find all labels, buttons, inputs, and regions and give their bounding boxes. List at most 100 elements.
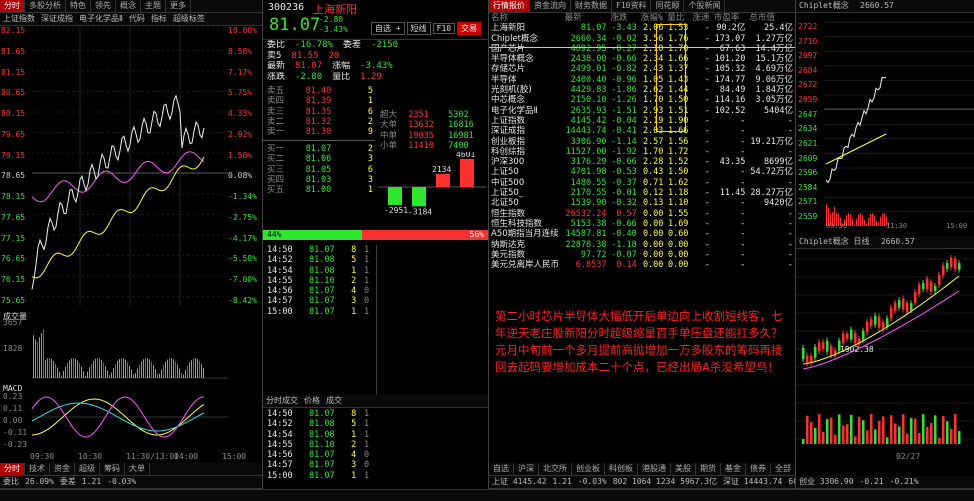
sector-row[interactable]: 科创综指 11527.00 -1.92 1.70 1.72 - - - (489, 147, 795, 157)
sector-tab-5[interactable]: 个股新闻 (684, 0, 726, 12)
left-top-tab-6[interactable]: 更多 (166, 0, 191, 12)
sector-row[interactable]: 恒生指数 26532.24 0.57 0.00 1.55 - - - (489, 209, 795, 219)
sector-row[interactable]: A50期指当月连续 14587.81 -0.40 0.00 0.60 - - - (489, 229, 795, 239)
sector-column-header[interactable]: 量比 (665, 13, 690, 23)
sector-row[interactable]: 存储芯片 2499.01 -0.82 2.43 1.37-105.32 4.69万亿 (489, 64, 795, 74)
sector-column-header[interactable]: 市盈率 (712, 13, 747, 23)
sector-tab-1[interactable]: 资金流向 (530, 0, 571, 12)
sector-tab-4[interactable]: 同花顺 (651, 0, 685, 12)
book-row[interactable]: 卖五 81.40 5 (265, 86, 375, 96)
sector-row[interactable]: 光刻机(胶) 4429.83 -1.86 2.62 1.44-84.49 1.84万亿 (489, 85, 795, 95)
sector-column-header[interactable]: 涨速 (690, 13, 711, 23)
book-row[interactable]: 买五 81.00 1 (265, 185, 375, 195)
sector-row[interactable]: 半导体概念 2438.00 -0.66 2.34 1.66-101.20 15.1万亿 (489, 54, 795, 64)
left-header-item[interactable]: 代码 (126, 13, 148, 25)
left-top-tab-4[interactable]: 概念 (116, 0, 141, 12)
left-top-tab-5[interactable]: 主题 (141, 0, 166, 12)
sector-cell: -0.40 (611, 229, 637, 240)
sector-bottom-tab-0[interactable]: 自选 (489, 463, 514, 475)
sector-row[interactable]: 上证50_ 2170.55 -0.01 0.12 1.18 -11.45 28.27万亿 (489, 188, 795, 198)
sector-column-header[interactable]: 总市值 (747, 13, 795, 23)
sector-row[interactable]: 中证500 1480.55 -0.37 0.71 1.62 - - - (489, 178, 795, 188)
quote-button[interactable]: F10 (432, 23, 456, 34)
left-header-item[interactable]: 指标 (148, 13, 170, 25)
volume-bar (91, 363, 92, 378)
info-cell: -2.80 (295, 71, 323, 82)
sector-row[interactable]: 沪深300 3176.29 -0.66 2.28 1.52 -43.35 8699亿 (489, 157, 795, 167)
left-header-item[interactable]: 电子化学品Ⅱ (76, 13, 126, 25)
sector-row[interactable]: 恒生科技指数 5153.38 -0.66 0.00 1.69 - - - (489, 219, 795, 229)
sector-bottom-tab-8[interactable]: 基金 (721, 463, 746, 475)
left-bottom-tab-3[interactable]: 超级 (75, 463, 100, 475)
sector-cell: 半导体 (491, 74, 517, 85)
sector-cell: -0.27 (611, 43, 637, 54)
sector-row[interactable]: 中芯概念 2150.10 -1.26 1.70 1.50-114.16 3.05万亿 (489, 95, 795, 105)
volume-chart (32, 329, 228, 379)
left-bottom-tab-0[interactable]: 分时 (0, 463, 25, 475)
book-row[interactable]: 买四 81.03 3 (265, 175, 375, 185)
volume-bar (95, 358, 96, 378)
sector-cell: 0.14 (616, 260, 637, 271)
left-top-tab-3[interactable]: 领先 (91, 0, 116, 12)
sector-bottom-tab-1[interactable]: 沪深 (514, 463, 539, 475)
sector-row[interactable]: 美元兑离岸人民币 6.8537 0.14 0.00 0.00 - - - (489, 260, 795, 270)
sector-cell: -0.37 (611, 177, 637, 188)
sector-bottom-tab-5[interactable]: 港股通 (638, 463, 671, 475)
left-bottom-tab-2[interactable]: 资金 (50, 463, 75, 475)
sector-row[interactable]: 上证50 4701.98 -0.53 0.43 1.50- -54.72万亿 (489, 167, 795, 177)
book-row[interactable]: 卖二 81.32 2 (265, 117, 375, 127)
left-bottom-tab-1[interactable]: 技术 (25, 463, 50, 475)
book-row[interactable]: 卖三 81.35 6 (265, 107, 375, 117)
book-row[interactable]: 买一 81.07 2 (265, 144, 375, 154)
sector-bottom-tab-4[interactable]: 科创板 (605, 463, 638, 475)
sector-tab-3[interactable]: F10资料 (612, 0, 652, 12)
quote-button[interactable]: 自选 + (371, 22, 405, 35)
sector-column-header[interactable]: 名称 (489, 13, 563, 23)
sector-row[interactable]: 纳斯达克 22878.38 -1.18 0.00 0.00 - - - (489, 240, 795, 250)
info-cell: 81.07 (295, 61, 323, 71)
sector-row[interactable]: 北证50 1539.90 -0.32 0.13 1.10 - - 9420亿 (489, 198, 795, 208)
sector-row[interactable]: 半导体 2400.40 -0.96 1.05 1.43-174.77 9.06万亿 (489, 75, 795, 85)
sector-column-header[interactable]: 涨跌 (609, 13, 639, 23)
info-cell: 1.29 (360, 71, 382, 82)
sector-bottom-tab-7[interactable]: 期货 (696, 463, 721, 475)
left-bottom-tab-5[interactable]: 大单 (125, 463, 150, 475)
quote-button[interactable]: 交易 (457, 22, 482, 35)
left-header-item[interactable]: 超级标签 (170, 13, 208, 25)
sector-row[interactable]: 美元指数 97.72 -0.07 0.00 0.00 - - - (489, 250, 795, 260)
book-row[interactable]: 买二 81.06 3 (265, 154, 375, 164)
sector-tab-0[interactable]: 行情报价 (489, 0, 530, 12)
left-header-item[interactable]: 深证成指 (38, 13, 76, 25)
kline-candle (826, 340, 829, 352)
sector-row[interactable]: 创业板指 3306.90 -1.14 2.57 1.56- -19.21万亿 (489, 137, 795, 147)
sector-row[interactable]: 上证指数 4145.42 -0.04 2.19 1.90- - - (489, 116, 795, 126)
sector-column-header[interactable]: 涨幅% (639, 13, 666, 23)
right-volume-bar (878, 222, 879, 226)
left-top-tab-2[interactable]: 特色 (66, 0, 91, 12)
sector-cell: 0.00 (642, 249, 664, 260)
sector-bottom-tab-3[interactable]: 创业板 (572, 463, 605, 475)
book-row[interactable]: 卖四 81.39 1 (265, 96, 375, 106)
right-time-label: 15:00 (946, 222, 967, 229)
left-top-tab-0[interactable]: 分时 (0, 0, 25, 12)
sector-row[interactable]: Chiplet概念 2660.34 -0.02 3.56 1.76-173.07 1.27… (489, 34, 795, 44)
sector-tab-2[interactable]: 财务数据 (571, 0, 612, 12)
left-bottom-tab-4[interactable]: 筹码 (100, 463, 125, 475)
quote-button[interactable]: 短线 (406, 22, 431, 35)
volume-bar (107, 370, 108, 378)
sector-bottom-tab-2[interactable]: 北交所 (539, 463, 572, 475)
sector-row[interactable]: 上海新阳 81.07 -3.43 2.06 1.53-90.2亿 25.4亿 (489, 23, 795, 33)
left-header-item[interactable]: 上证指数 (0, 13, 38, 25)
sector-cell: - (740, 198, 746, 209)
sector-row[interactable]: 深证成指 14443.74 -0.41 2.03 1.66- - - (489, 126, 795, 136)
sector-row[interactable]: 国产芯片 4092.95 -0.27 2.10 1.70-67.63 14.4万亿 (489, 44, 795, 54)
left-top-tab-1[interactable]: 多股分析 (25, 0, 66, 12)
sector-bottom-tab-10[interactable]: 全部 (771, 463, 795, 475)
sector-column-header[interactable]: 最新 (563, 13, 609, 23)
sector-row[interactable]: 电子化学品Ⅱ 2635.93 -1.51 2.93 1.51-102.52 5404亿 (489, 106, 795, 116)
sector-cell: - (704, 260, 710, 271)
book-row[interactable]: 买三 81.05 6 (265, 165, 375, 175)
sector-bottom-tab-6[interactable]: 美股 (671, 463, 696, 475)
sector-bottom-tab-9[interactable]: 债券 (746, 463, 771, 475)
book-row[interactable]: 卖一 81.30 9 (265, 127, 375, 137)
